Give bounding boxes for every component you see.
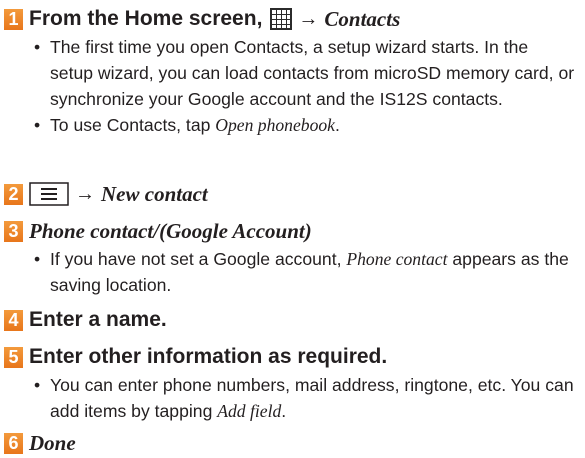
step-3-heading: 3 Phone contact/(Google Account)	[4, 216, 575, 246]
bullet-text: The first time you open Contacts, a setu…	[50, 37, 575, 109]
step-2-target: New contact	[101, 181, 208, 206]
step-1: 1 From the Home screen, → Contacts The f…	[4, 4, 575, 138]
step-6: 6 Done	[4, 428, 76, 458]
bullet-italic: Add field	[217, 401, 282, 421]
step-6-target: Done	[29, 430, 76, 455]
step-number-badge: 3	[4, 220, 23, 242]
step-4-lead: Enter a name.	[29, 308, 167, 331]
step-2: 2 → New contact	[4, 179, 208, 209]
bullet-text: To use Contacts, tap	[50, 115, 216, 135]
bullet-italic: Open phonebook	[215, 115, 335, 135]
step-4-heading: 4 Enter a name.	[4, 305, 167, 335]
bullet-text: You can enter phone numbers, mail addres…	[50, 375, 574, 421]
arrow: →	[75, 182, 95, 205]
step-number-badge: 5	[4, 346, 23, 368]
bullet-text: .	[334, 115, 340, 135]
bullet-text: .	[281, 401, 287, 421]
bullet: You can enter phone numbers, mail addres…	[4, 372, 575, 424]
step-number-badge: 6	[4, 432, 23, 454]
step-5-heading: 5 Enter other information as required.	[4, 342, 575, 372]
bullet-text: If you have not set a Google account,	[50, 249, 347, 269]
step-1-lead: From the Home screen,	[29, 7, 263, 30]
apps-grid-icon	[270, 8, 293, 30]
menu-key-icon	[29, 182, 69, 206]
step-4: 4 Enter a name.	[4, 305, 167, 335]
step-1-heading: 1 From the Home screen, → Contacts	[4, 4, 575, 34]
bullet-italic: Phone contact	[346, 249, 448, 269]
step-2-heading: 2 → New contact	[4, 179, 208, 209]
bullet: To use Contacts, tap Open phonebook.	[4, 112, 575, 138]
step-6-heading: 6 Done	[4, 428, 76, 458]
bullet: If you have not set a Google account, Ph…	[4, 246, 575, 298]
step-5: 5 Enter other information as required. Y…	[4, 342, 575, 424]
step-number-badge: 2	[4, 183, 23, 205]
step-number-badge: 4	[4, 309, 23, 331]
bullet: The first time you open Contacts, a setu…	[4, 34, 575, 112]
arrow: →	[298, 7, 319, 30]
step-3: 3 Phone contact/(Google Account) If you …	[4, 216, 575, 298]
step-number-badge: 1	[4, 8, 23, 30]
step-3-target: Phone contact/(Google Account)	[29, 218, 312, 243]
step-1-target: Contacts	[324, 6, 401, 31]
step-5-lead: Enter other information as required.	[29, 345, 388, 368]
